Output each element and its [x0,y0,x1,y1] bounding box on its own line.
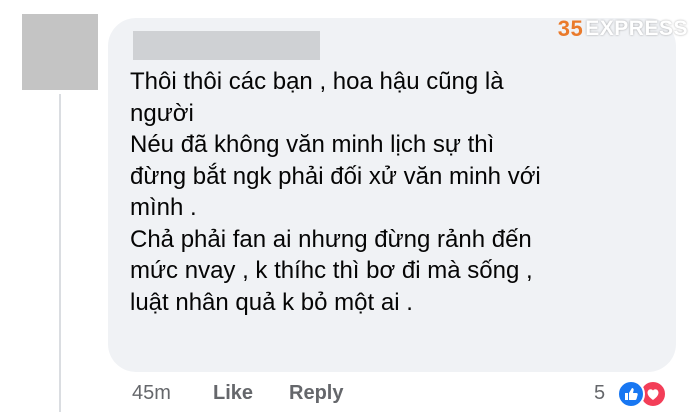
comment-screenshot: Thôi thôi các bạn , hoa hậu cũng là ngườ… [0,0,700,412]
brand-name: EXPRESS [585,17,688,40]
avatar[interactable] [22,14,98,90]
thread-line [59,94,61,412]
comment-actions: 45m Like Reply 5 [0,378,700,412]
reaction-count[interactable]: 5 [594,382,605,405]
reply-button[interactable]: Reply [289,382,343,405]
comment-timestamp[interactable]: 45m [132,382,171,405]
comment-text: Thôi thôi các bạn , hoa hậu cũng là ngườ… [130,68,541,316]
thumbs-up-icon[interactable] [617,380,645,408]
comment-bubble: Thôi thôi các bạn , hoa hậu cũng là ngườ… [108,18,676,372]
author-name-redacted[interactable] [133,31,320,60]
like-button[interactable]: Like [213,382,253,405]
brand-watermark: 35 EXPRESS [558,16,688,42]
brand-logo-mark: 35 [557,16,584,41]
